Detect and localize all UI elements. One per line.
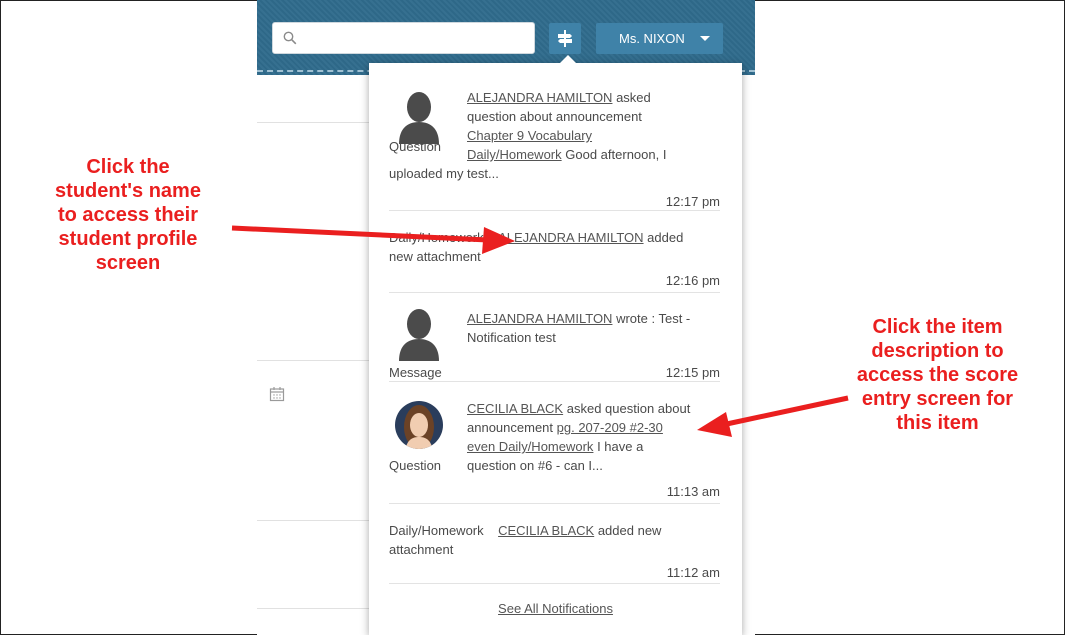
arrow-right: [697, 395, 849, 437]
arrow-left: [231, 225, 515, 254]
annotation-arrows: [231, 225, 849, 437]
